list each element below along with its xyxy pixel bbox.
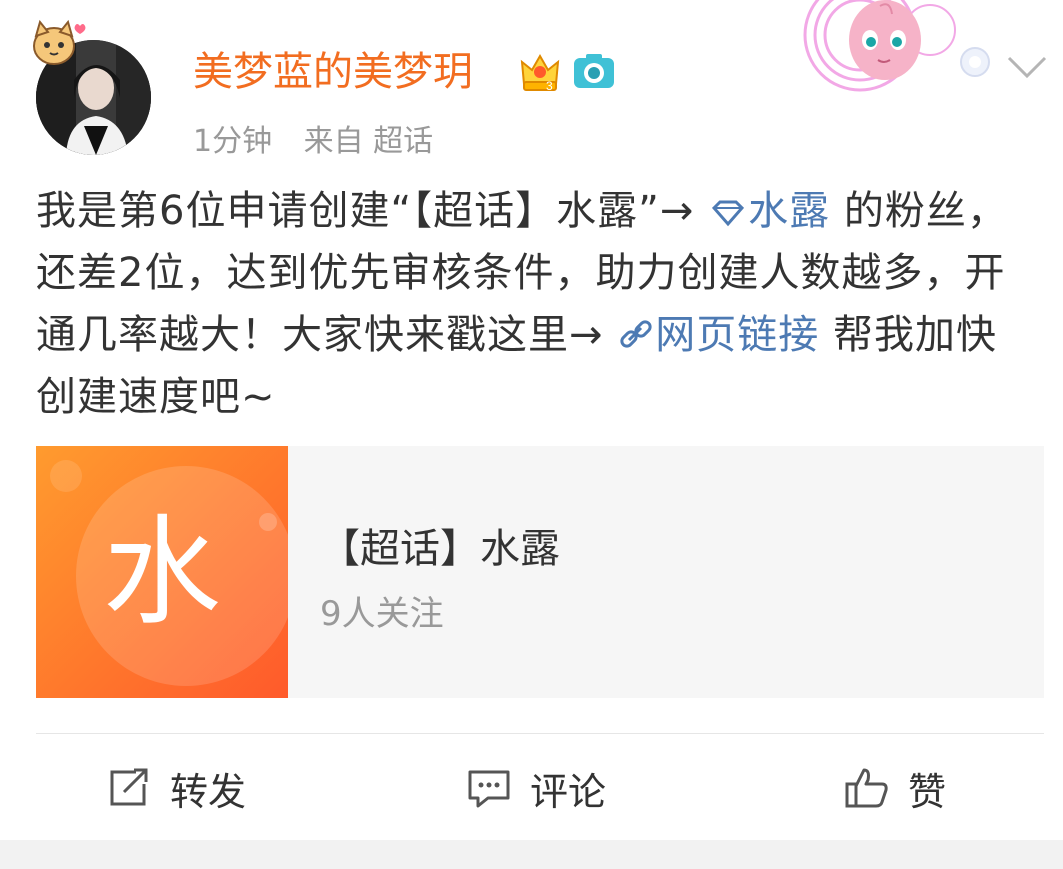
card-decoration-icon [803,0,956,92]
vip-crown-icon[interactable]: 3 [518,50,562,94]
bottom-separator [0,840,1063,869]
web-link[interactable]: 网页链接 [617,312,819,358]
username[interactable]: 美梦蓝的美梦玥 [193,46,473,98]
topic-link-label: 水露 [748,188,831,234]
action-bar: 转发 评论 赞 [0,740,1063,836]
comment-icon [468,770,510,808]
post-source[interactable]: 来自 超话 [304,124,434,159]
link-icon [620,320,652,348]
deco-dot-icon [960,47,990,77]
post-meta: 1分钟 来自 超话 [193,116,455,160]
post-time: 1分钟 [193,124,273,159]
diamond-icon [712,200,745,227]
repost-button[interactable]: 转发 [106,760,246,816]
post-header: 美梦蓝的美梦玥 3 1分钟 来自 超话 [0,0,1063,170]
content-text: 我是第6位申请创建“【超话】水露”→ [36,188,709,234]
topic-card-title: 【超话】水露 [320,526,560,572]
topic-card[interactable]: 水 【超话】水露 9人关注 [36,446,1044,698]
like-button[interactable]: 赞 [844,760,946,816]
like-label: 赞 [908,769,947,814]
topic-card-glyph: 水 [102,503,221,641]
post-content: 我是第6位申请创建“【超话】水露”→ 水露 的粉丝，还差2位，达到优先审核条件，… [36,180,1036,428]
divider [36,733,1044,734]
svg-text:3: 3 [546,79,553,93]
topic-link[interactable]: 水露 [708,188,830,234]
topic-card-thumbnail: 水 [36,446,288,698]
chevron-down-icon[interactable] [1005,52,1049,82]
comment-label: 评论 [530,769,607,814]
repost-label: 转发 [170,769,247,814]
cat-pendant-icon [33,19,86,65]
repost-icon [110,768,148,806]
thumbs-up-icon [845,768,888,808]
topic-card-followers: 9人关注 [320,594,444,634]
comment-button[interactable]: 评论 [466,760,606,816]
web-link-label: 网页链接 [655,312,820,358]
camera-badge-icon[interactable] [572,52,616,92]
